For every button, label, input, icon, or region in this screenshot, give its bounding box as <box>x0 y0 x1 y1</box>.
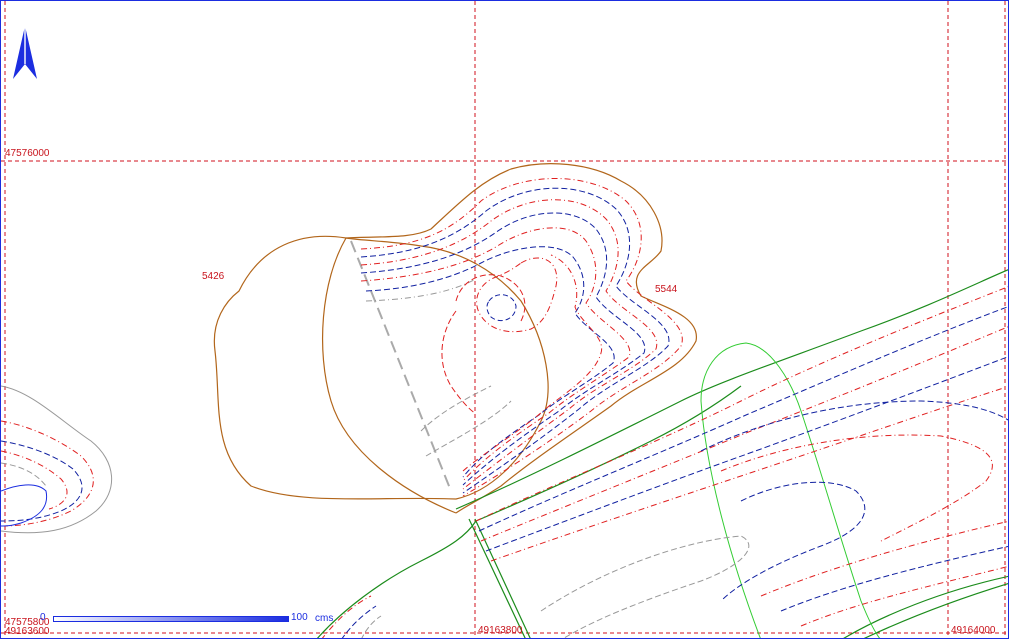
grid-label-easting-left: 49163600 <box>5 626 50 637</box>
left-feature-outline <box>1 385 112 534</box>
parcel-label-5544[interactable]: 5544 <box>655 285 677 295</box>
road[interactable] <box>316 269 1009 639</box>
map-canvas[interactable] <box>1 1 1009 639</box>
grid-label-northing-top: 47576000 <box>5 148 50 159</box>
map-view[interactable]: 47576000 47575800 49163600 49163800 4916… <box>0 0 1009 639</box>
parcel-label-5426[interactable]: 5426 <box>202 272 224 282</box>
scale-bar <box>53 616 289 622</box>
road-branch-left <box>468 518 526 638</box>
left-water-outline <box>1 484 48 527</box>
scale-unit-label: cms <box>315 613 334 624</box>
parcel-5544-outline[interactable] <box>345 163 697 514</box>
contours-valley <box>321 286 1008 638</box>
grid-label-easting-right: 49164000 <box>951 625 996 636</box>
road-upper-edge <box>455 269 1008 510</box>
field-boundary[interactable] <box>700 342 881 639</box>
scale-zero-label: 0 <box>40 612 46 623</box>
coordinate-grid <box>1 1 1008 638</box>
road-lower-edge <box>316 385 742 638</box>
parcel-5426-inner-edge <box>321 237 457 514</box>
left-feature <box>1 385 112 534</box>
contours-hill <box>360 178 683 497</box>
scale-max-label: 100 <box>291 612 308 623</box>
field-boundary-left <box>700 400 761 638</box>
dashed-boundary-line <box>350 240 452 492</box>
north-arrow-icon <box>13 26 37 79</box>
grid-label-easting-mid: 49163800 <box>478 625 523 636</box>
